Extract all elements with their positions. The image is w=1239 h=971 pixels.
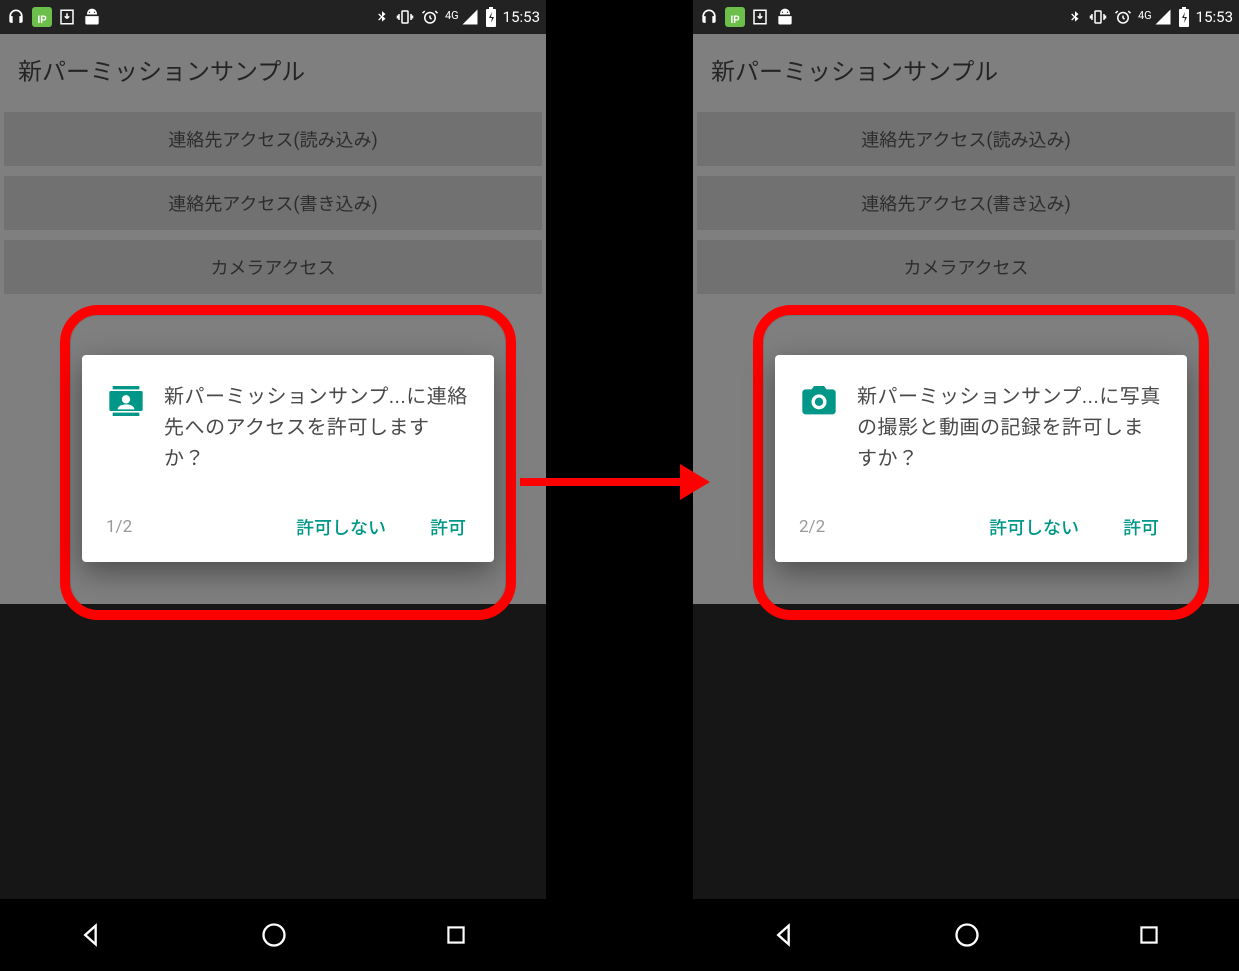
bluetooth-icon: [375, 8, 389, 26]
allow-button[interactable]: 許可: [426, 506, 470, 548]
network-type-label: 4G: [1138, 9, 1152, 22]
signal-icon: [1154, 8, 1172, 26]
alarm-icon: [1114, 8, 1132, 26]
permission-dialog-message: 新パーミッションサンプ...に連絡先へのアクセスを許可しますか？: [164, 381, 470, 474]
arrow-annotation: [520, 452, 710, 512]
nav-recent-button[interactable]: [1136, 922, 1162, 948]
deny-button[interactable]: 許可しない: [985, 506, 1083, 548]
ip-badge-icon: IP: [725, 7, 745, 27]
bluetooth-icon: [1068, 8, 1082, 26]
headphones-icon: [699, 7, 719, 27]
status-bar: IP 4G 15:53: [693, 0, 1239, 34]
navigation-bar: [693, 899, 1239, 971]
download-icon: [751, 8, 769, 26]
android-icon: [775, 7, 795, 27]
permission-dialog: 新パーミッションサンプ...に連絡先へのアクセスを許可しますか？ 1/2 許可し…: [82, 355, 494, 562]
vibrate-icon: [395, 8, 415, 26]
battery-charging-icon: [485, 7, 497, 27]
ip-badge-icon: IP: [32, 7, 52, 27]
android-icon: [82, 7, 102, 27]
permission-counter: 1/2: [106, 517, 132, 537]
battery-charging-icon: [1178, 7, 1190, 27]
nav-back-button[interactable]: [770, 921, 798, 949]
annotation-highlight: 新パーミッションサンプ...に写真の撮影と動画の記録を許可しますか？ 2/2 許…: [753, 305, 1209, 620]
headphones-icon: [6, 7, 26, 27]
alarm-icon: [421, 8, 439, 26]
permission-dialog-message: 新パーミッションサンプ...に写真の撮影と動画の記録を許可しますか？: [857, 381, 1163, 474]
signal-icon: [461, 8, 479, 26]
download-icon: [58, 8, 76, 26]
nav-home-button[interactable]: [260, 921, 288, 949]
status-bar: IP 4G 15:53: [0, 0, 546, 34]
permission-dialog: 新パーミッションサンプ...に写真の撮影と動画の記録を許可しますか？ 2/2 許…: [775, 355, 1187, 562]
permission-counter: 2/2: [799, 517, 825, 537]
nav-back-button[interactable]: [77, 921, 105, 949]
phone-screenshot-right: IP 4G 15:53: [693, 0, 1239, 971]
status-clock: 15:53: [1196, 8, 1233, 26]
network-type-label: 4G: [445, 9, 459, 22]
contacts-icon: [106, 381, 146, 474]
camera-icon: [799, 381, 839, 474]
nav-home-button[interactable]: [953, 921, 981, 949]
vibrate-icon: [1088, 8, 1108, 26]
nav-recent-button[interactable]: [443, 922, 469, 948]
status-clock: 15:53: [503, 8, 540, 26]
navigation-bar: [0, 899, 546, 971]
annotation-highlight: 新パーミッションサンプ...に連絡先へのアクセスを許可しますか？ 1/2 許可し…: [60, 305, 516, 620]
phone-screenshot-left: IP 4G 15:53: [0, 0, 546, 971]
deny-button[interactable]: 許可しない: [292, 506, 390, 548]
allow-button[interactable]: 許可: [1119, 506, 1163, 548]
